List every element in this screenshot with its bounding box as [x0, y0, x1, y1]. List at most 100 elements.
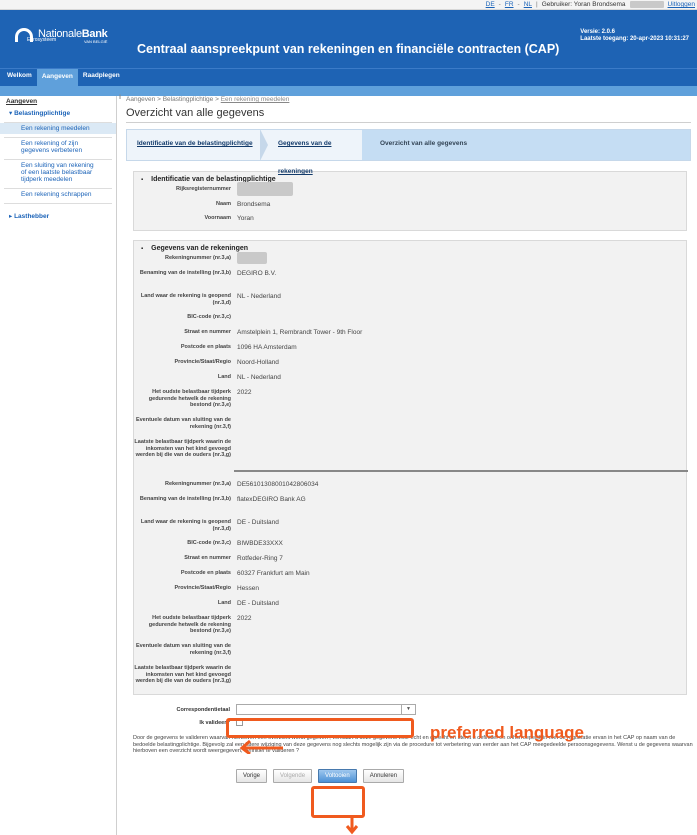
field-label: Rekeningnummer (nr.3,a): [164, 255, 231, 261]
version-info: Versie: 2.0.6 Laatste toegang: 20-apr-20…: [580, 29, 689, 43]
lang-fr-link[interactable]: FR: [505, 1, 514, 8]
lang-de-link[interactable]: DE: [486, 1, 495, 8]
field-label: BIC-code (nr.3,c): [187, 540, 231, 546]
field-value: Brondsema: [237, 201, 271, 208]
field-label: Eventuele datum van sluiting van de reke…: [135, 417, 231, 430]
sidebar-heading[interactable]: Aangeven: [0, 96, 116, 107]
accounts-section: Gegevens van de rekeningen Rekeningnumme…: [133, 240, 688, 695]
sidebar-group-belastingplichtige[interactable]: ▾ Belastingplichtige: [0, 107, 116, 119]
finish-button[interactable]: Voltooien: [318, 768, 357, 783]
field-label: Naam: [216, 201, 231, 207]
version-text: Versie: 2.0.6: [580, 29, 615, 35]
correspondence-row: Correspondentietaal ▼: [133, 703, 687, 716]
field-value: [231, 436, 237, 439]
field-value: [231, 414, 237, 417]
field-value: 1096 HA Amsterdam: [237, 344, 297, 351]
field-label: BIC-code (nr.3,c): [187, 314, 231, 320]
validate-label: Ik valideer *: [199, 719, 230, 726]
field-label: Postcode en plaats: [180, 344, 231, 350]
field-value: Amstelplein 1, Rembrandt Tower - 9th Flo…: [237, 329, 363, 336]
field-value: NL - Nederland: [237, 293, 281, 300]
breadcrumb-separator: >: [215, 96, 219, 103]
chevron-down-icon: ▾: [9, 110, 13, 117]
annotation-arrow-finish: [345, 815, 359, 835]
field-label: Laatste belastbaar tijdperk waarin de in…: [134, 665, 231, 684]
logout-link[interactable]: Uitloggen: [668, 1, 695, 8]
account-block: Rekeningnummer (nr.3,a) Benaming van de …: [134, 252, 686, 464]
sidebar-item-rekening-meedelen[interactable]: Een rekening meedelen: [0, 123, 116, 134]
annotation-box-finish: [311, 786, 365, 818]
field-label: Land: [217, 600, 231, 606]
field-value: BIWBDE33XXX: [237, 540, 283, 547]
breadcrumb-belastingplichtige: Belastingplichtige: [162, 96, 214, 103]
wizard-steps: Identificatie van de belastingplichtige …: [126, 129, 691, 175]
field-value: NL - Nederland: [237, 374, 281, 381]
field-value: DE56101308001042806034: [237, 481, 319, 488]
page-title: Overzicht van alle gegevens: [126, 107, 691, 123]
sidebar-item-rekening-schrappen[interactable]: Een rekening schrappen: [0, 189, 116, 200]
user-label: Gebruiker: Yoran Brondsema: [541, 1, 626, 8]
sidebar-group-label: Belastingplichtige: [14, 110, 71, 117]
breadcrumb-current[interactable]: Een rekening meedelen: [221, 96, 290, 103]
breadcrumb-separator: >: [157, 96, 161, 103]
sidebar-item-sluiting-meedelen[interactable]: Een sluiting van rekening of een laatste…: [0, 160, 116, 185]
field-value: Hessen: [237, 585, 260, 592]
field-label: Laatste belastbaar tijdperk waarin de in…: [134, 439, 231, 458]
field-label: Postcode en plaats: [180, 570, 231, 576]
sidebar-item-rekening-verbeteren[interactable]: Een rekening of zijn gegevens verbeteren: [0, 138, 116, 156]
account-block: Rekeningnummer (nr.3,a) DE561013080010428…: [134, 478, 686, 690]
separator: -: [517, 1, 520, 8]
sidebar-group-lasthebber[interactable]: ▸ Lasthebber: [0, 210, 116, 222]
field-label: Rekeningnummer (nr.3,a): [164, 481, 231, 487]
field-label: Provincie/Staat/Regio: [174, 359, 231, 365]
field-row: Voornaam Yoran: [134, 212, 686, 226]
field-value: flatexDEGIRO Bank AG: [237, 496, 306, 503]
annotation-arrow-checkbox: [239, 739, 283, 754]
top-strip: DE - FR - NL | Gebruiker: Yoran Brondsem…: [0, 0, 697, 10]
field-label: Benaming van de instelling (nr.3,b): [139, 270, 231, 276]
field-value: Noord-Holland: [237, 359, 279, 366]
sidebar-group-label: Lasthebber: [14, 213, 50, 220]
field-value: 60327 Frankfurt am Main: [237, 570, 310, 577]
lang-nl-link[interactable]: NL: [524, 1, 532, 8]
step-rekeningen[interactable]: Gegevens van de rekeningen: [260, 129, 370, 175]
field-label: Voornaam: [204, 215, 232, 221]
field-value: [231, 640, 237, 643]
correspondence-language-select[interactable]: ▼: [236, 704, 416, 715]
section-title: Gegevens van de rekeningen: [134, 245, 686, 252]
field-value: Yoran: [237, 215, 254, 222]
step-identificatie[interactable]: Identificatie van de belastingplichtige: [127, 129, 268, 161]
sidebar: Aangeven ▾ Belastingplichtige Een rekeni…: [0, 96, 117, 835]
redacted-user-info: [629, 1, 664, 8]
field-value: DEGIRO B.V.: [237, 270, 277, 277]
annotation-box-language: [226, 718, 414, 738]
main-nav: Welkom Aangeven Raadplegen: [0, 68, 697, 86]
sidebar-collapse-handle[interactable]: ‖: [119, 95, 121, 101]
chevron-right-icon: ▸: [9, 213, 13, 220]
field-label: Straat en nummer: [184, 329, 231, 335]
annotation-text: preferred language: [430, 723, 584, 742]
cancel-button[interactable]: Annuleren: [362, 768, 405, 783]
step-overzicht: Overzicht van alle gegevens: [362, 130, 690, 160]
next-button[interactable]: Volgende: [273, 768, 313, 783]
breadcrumb-aangeven: Aangeven: [126, 96, 156, 103]
main-content: Aangeven > Belastingplichtige > Een reke…: [126, 96, 693, 783]
field-label: Land waar de rekening is geopend (nr.3,d…: [140, 293, 231, 306]
last-access-text: Laatste toegang: 20-apr-2023 10:31:27: [580, 36, 689, 42]
field-label: Land waar de rekening is geopend (nr.3,d…: [140, 519, 231, 532]
previous-button[interactable]: Vorige: [236, 768, 268, 783]
nav-aangeven[interactable]: Aangeven: [36, 69, 78, 86]
chevron-down-icon[interactable]: ▼: [401, 705, 415, 714]
field-label: Land: [217, 374, 231, 380]
separator: -: [498, 1, 501, 8]
field-value: 2022: [237, 389, 252, 396]
field-value: [231, 311, 237, 314]
nav-welkom[interactable]: Welkom: [2, 69, 37, 83]
field-value: Rotfeder-Ring 7: [237, 555, 283, 562]
nav-raadplegen[interactable]: Raadplegen: [78, 69, 125, 83]
field-value: DE - Duitsland: [237, 600, 279, 607]
header: NationaleBank VAN BELGIË Eurosysteem Cen…: [0, 10, 697, 68]
disclaimer-text: Door de gegevens te valideren waarvan hi…: [133, 735, 693, 755]
breadcrumb: Aangeven > Belastingplichtige > Een reke…: [126, 96, 691, 103]
field-label: Straat en nummer: [184, 555, 231, 561]
